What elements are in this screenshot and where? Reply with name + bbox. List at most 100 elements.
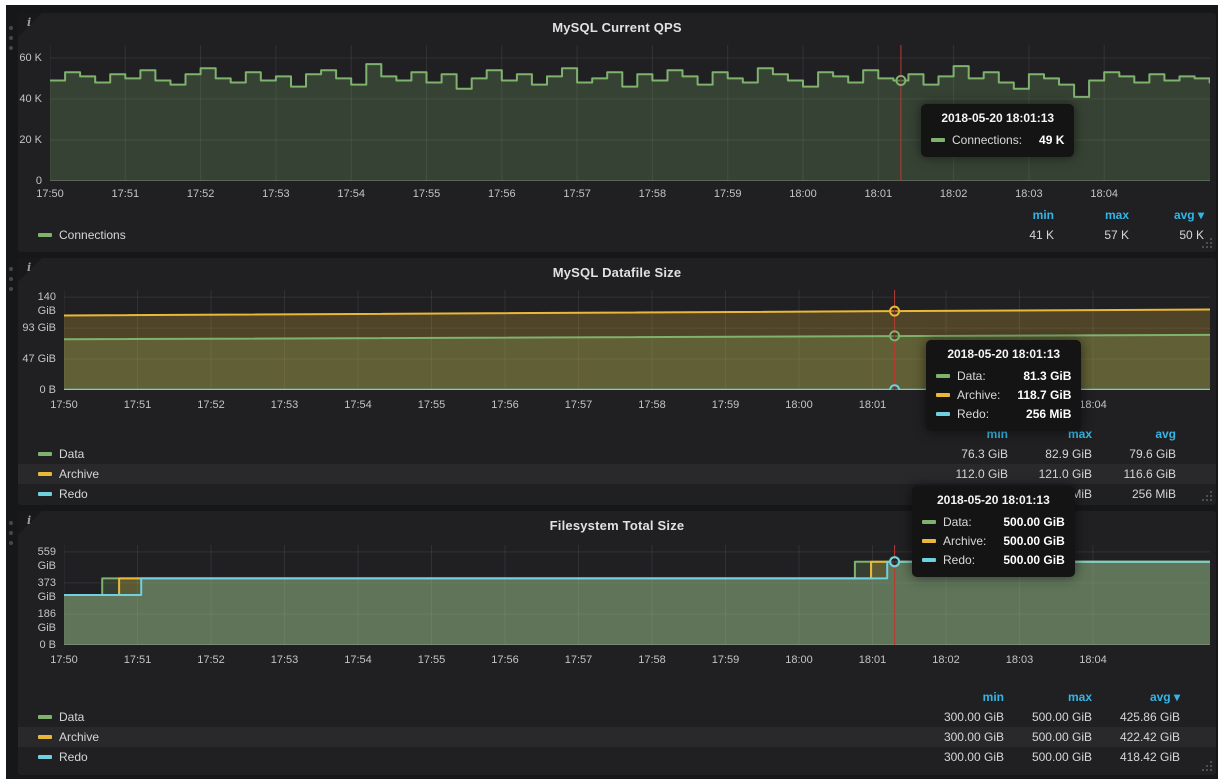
tooltip-series-row: Redo:256 MiB <box>936 404 1071 423</box>
y-tick-label: 0 B <box>18 638 56 652</box>
x-tick-label: 18:01 <box>854 187 902 201</box>
panel-drag-handle[interactable] <box>9 521 13 551</box>
legend-header-row: minmaxavg ▾ <box>18 205 1216 225</box>
tooltip-series-value: 500.00 GiB <box>993 553 1064 567</box>
legend-series-connections[interactable]: Connections <box>18 228 126 242</box>
x-tick-label: 18:03 <box>1005 187 1053 201</box>
legend-header-avg[interactable]: avg <box>1092 427 1176 441</box>
x-tick-label: 17:55 <box>408 653 456 667</box>
legend-stat-max: 82.9 GiB <box>1008 447 1092 461</box>
tooltip-rows: Data:81.3 GiBArchive:118.7 GiBRedo:256 M… <box>936 366 1071 423</box>
series-color-swatch-icon <box>38 233 52 237</box>
hover-point-redo <box>890 385 899 390</box>
legend-stat-avg: 425.86 GiB <box>1092 710 1180 724</box>
x-tick-label: 18:04 <box>1069 653 1117 667</box>
x-tick-label: 17:51 <box>114 653 162 667</box>
x-tick-label: 17:54 <box>334 653 382 667</box>
legend-series-redo[interactable]: Redo <box>18 750 88 764</box>
tooltip-time: 2018-05-20 18:01:13 <box>931 111 1064 125</box>
x-tick-label: 17:58 <box>628 187 676 201</box>
legend-stat-min: 41 K <box>979 228 1054 242</box>
y-tick-label: 20 K <box>18 133 42 147</box>
legend-stat-min: 300.00 GiB <box>916 750 1004 764</box>
series-color-swatch-icon <box>936 412 950 416</box>
panel-title[interactable]: MySQL Datafile Size <box>18 265 1216 280</box>
y-tick-label: 0 B <box>18 383 56 397</box>
legend-stat-max: 121.0 GiB <box>1008 467 1092 481</box>
x-tick-label: 17:52 <box>177 187 225 201</box>
series-color-swatch-icon <box>38 492 52 496</box>
tooltip-series-row: Archive:500.00 GiB <box>922 531 1065 550</box>
legend-series-label: Archive <box>59 730 99 744</box>
x-tick-label: 17:50 <box>40 398 88 412</box>
legend-series-archive[interactable]: Archive <box>18 730 99 744</box>
x-tick-label: 18:01 <box>849 398 897 412</box>
hover-point-connections <box>896 76 905 85</box>
legend-stat-max: 500.00 GiB <box>1004 750 1092 764</box>
x-tick-label: 17:59 <box>704 187 752 201</box>
x-tick-label: 17:51 <box>114 398 162 412</box>
legend-header-max[interactable]: max <box>1004 690 1092 704</box>
legend-series-label: Redo <box>59 487 88 501</box>
x-tick-label: 17:56 <box>481 653 529 667</box>
legend-header-avg[interactable]: avg ▾ <box>1129 208 1204 222</box>
legend-series-redo[interactable]: Redo <box>18 487 88 501</box>
panel-title[interactable]: MySQL Current QPS <box>18 20 1216 35</box>
legend-series-label: Archive <box>59 467 99 481</box>
hover-point-redo <box>890 557 899 566</box>
legend-series-data[interactable]: Data <box>18 710 84 724</box>
tooltip-series-row: Archive:118.7 GiB <box>936 385 1071 404</box>
x-tick-label: 18:01 <box>849 653 897 667</box>
tooltip-series-label: Archive: <box>943 534 986 548</box>
legend-row-data: Data300.00 GiB500.00 GiB425.86 GiB <box>18 707 1216 727</box>
x-tick-label: 17:53 <box>252 187 300 201</box>
resize-handle[interactable] <box>1201 237 1213 249</box>
legend-series-data[interactable]: Data <box>18 447 84 461</box>
series-color-swatch-icon <box>931 138 945 142</box>
series-color-swatch-icon <box>936 393 950 397</box>
series-color-swatch-icon <box>38 472 52 476</box>
x-tick-label: 17:53 <box>261 398 309 412</box>
legend-stat-avg: 256 MiB <box>1092 487 1176 501</box>
series-color-swatch-icon <box>38 715 52 719</box>
legend-stat-min: 76.3 GiB <box>924 447 1008 461</box>
series-color-swatch-icon <box>38 755 52 759</box>
legend-header-min[interactable]: min <box>979 208 1054 222</box>
legend-header-max[interactable]: max <box>1054 208 1129 222</box>
legend-header-min[interactable]: min <box>916 690 1004 704</box>
y-tick-label: 0 <box>18 174 42 188</box>
x-tick-label: 18:04 <box>1080 187 1128 201</box>
x-tick-label: 17:50 <box>26 187 74 201</box>
legend-series-archive[interactable]: Archive <box>18 467 99 481</box>
tooltip-time: 2018-05-20 18:01:13 <box>936 347 1071 361</box>
tooltip-rows: Connections:49 K <box>931 130 1064 149</box>
tooltip-datafile: 2018-05-20 18:01:13 Data:81.3 GiBArchive… <box>926 340 1081 431</box>
legend-row-archive: Archive300.00 GiB500.00 GiB422.42 GiB <box>18 727 1216 747</box>
legend-header-avg[interactable]: avg ▾ <box>1092 690 1180 704</box>
x-tick-label: 17:58 <box>628 653 676 667</box>
series-color-swatch-icon <box>922 520 936 524</box>
legend-stat-avg: 422.42 GiB <box>1092 730 1180 744</box>
x-tick-label: 17:51 <box>101 187 149 201</box>
x-tick-label: 18:03 <box>996 653 1044 667</box>
hover-point-archive <box>890 307 899 316</box>
x-tick-label: 17:55 <box>408 398 456 412</box>
y-tick-label: 60 K <box>18 51 42 65</box>
resize-handle[interactable] <box>1201 490 1213 502</box>
tooltip-series-label: Connections: <box>952 133 1022 147</box>
panel-drag-handle[interactable] <box>9 267 13 297</box>
legend-series-label: Connections <box>59 228 126 242</box>
resize-handle[interactable] <box>1201 760 1213 772</box>
legend-series-label: Redo <box>59 750 88 764</box>
legend-stat-min: 300.00 GiB <box>916 710 1004 724</box>
tooltip-series-value: 256 MiB <box>1016 407 1071 421</box>
x-tick-label: 18:02 <box>922 653 970 667</box>
tooltip-series-row: Data:81.3 GiB <box>936 366 1071 385</box>
y-tick-label: 140 GiB <box>18 290 56 304</box>
legend-series-label: Data <box>59 447 84 461</box>
series-color-swatch-icon <box>922 539 936 543</box>
tooltip-filesystem: 2018-05-20 18:01:13 Data:500.00 GiBArchi… <box>912 486 1075 577</box>
panel-drag-handle[interactable] <box>9 26 13 56</box>
tooltip-series-label: Data: <box>943 515 972 529</box>
tooltip-series-label: Archive: <box>957 388 1000 402</box>
